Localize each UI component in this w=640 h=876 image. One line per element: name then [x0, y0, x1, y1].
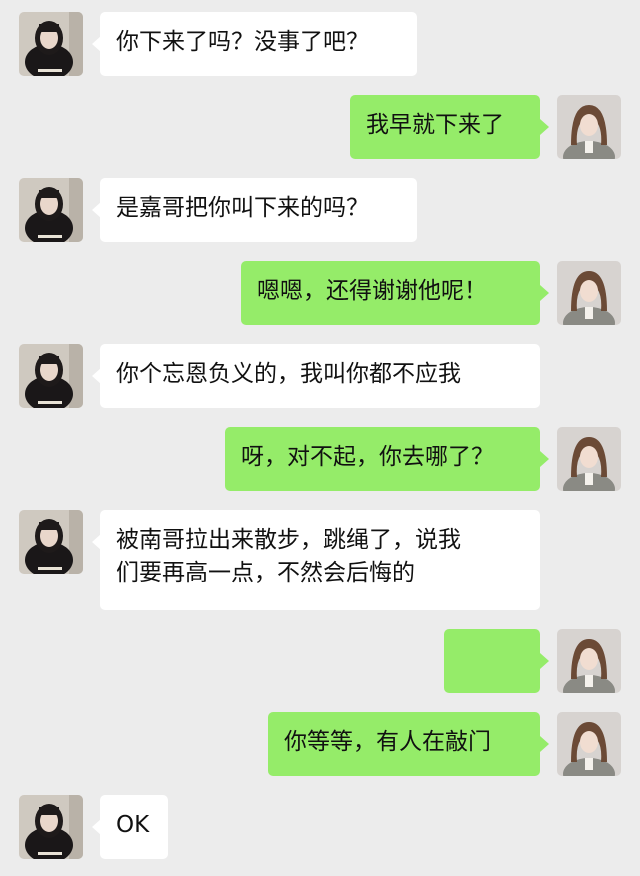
contact-avatar[interactable]	[19, 795, 83, 859]
message-bubble-outgoing[interactable]: 呀，对不起，你去哪了？	[225, 427, 540, 491]
message-bubble-outgoing[interactable]	[444, 629, 540, 742]
self-avatar[interactable]	[557, 427, 621, 491]
self-avatar[interactable]	[557, 95, 621, 159]
contact-avatar[interactable]	[19, 178, 83, 242]
contact-avatar[interactable]	[19, 12, 83, 76]
bubble-tail	[540, 451, 549, 467]
self-avatar[interactable]	[557, 629, 621, 693]
bubble-tail	[540, 653, 549, 669]
message-bubble-incoming[interactable]: 是嘉哥把你叫下来的吗？	[100, 178, 417, 242]
self-avatar[interactable]	[557, 712, 621, 776]
bubble-tail	[540, 285, 549, 301]
self-avatar[interactable]	[557, 261, 621, 325]
message-bubble-incoming[interactable]: 被南哥拉出来散步，跳绳了，说我 们要再高一点，不然会后悔的	[100, 510, 540, 610]
contact-avatar[interactable]	[19, 510, 83, 574]
message-bubble-incoming[interactable]: 你下来了吗？没事了吧？	[100, 12, 417, 76]
bubble-tail	[540, 736, 549, 752]
chat-thread: 你下来了吗？没事了吧？ 我早就下来了 是嘉哥把你叫下来的吗？ 嗯嗯，还得谢谢他呢…	[0, 0, 640, 876]
message-bubble-outgoing[interactable]: 你等等，有人在敲门	[268, 712, 540, 776]
message-bubble-incoming[interactable]: 你个忘恩负义的，我叫你都不应我	[100, 344, 540, 408]
message-bubble-outgoing[interactable]: 嗯嗯，还得谢谢他呢！	[241, 261, 540, 325]
message-bubble-outgoing[interactable]: 我早就下来了	[350, 95, 540, 159]
message-bubble-incoming[interactable]: OK	[100, 795, 168, 859]
bubble-tail	[540, 119, 549, 135]
contact-avatar[interactable]	[19, 344, 83, 408]
